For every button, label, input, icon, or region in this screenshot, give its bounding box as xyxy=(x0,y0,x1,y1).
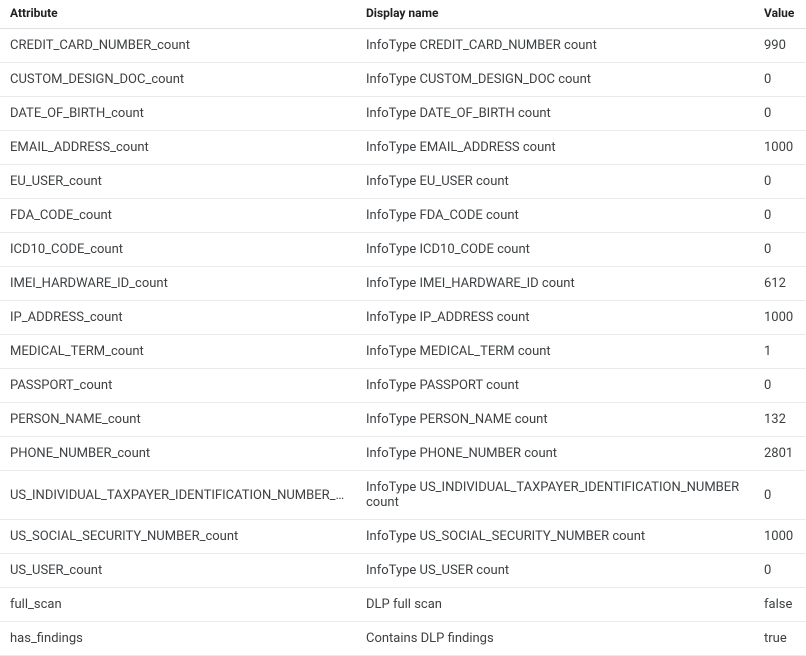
table-row[interactable]: PHONE_NUMBER_countInfoType PHONE_NUMBER … xyxy=(0,437,806,471)
cell-display-name: InfoType ICD10_CODE count xyxy=(356,233,754,267)
table-row[interactable]: US_USER_countInfoType US_USER count0 xyxy=(0,554,806,588)
cell-value: 1000 xyxy=(754,520,806,554)
cell-display-name: InfoType US_USER count xyxy=(356,554,754,588)
cell-display-name: InfoType IP_ADDRESS count xyxy=(356,301,754,335)
cell-display-name: InfoType US_SOCIAL_SECURITY_NUMBER count xyxy=(356,520,754,554)
cell-display-name: InfoType EMAIL_ADDRESS count xyxy=(356,131,754,165)
table-row[interactable]: EMAIL_ADDRESS_countInfoType EMAIL_ADDRES… xyxy=(0,131,806,165)
table-row[interactable]: EU_USER_countInfoType EU_USER count0 xyxy=(0,165,806,199)
table-row[interactable]: IP_ADDRESS_countInfoType IP_ADDRESS coun… xyxy=(0,301,806,335)
cell-attribute: MEDICAL_TERM_count xyxy=(0,335,356,369)
cell-attribute: DATE_OF_BIRTH_count xyxy=(0,97,356,131)
cell-display-name: InfoType US_INDIVIDUAL_TAXPAYER_IDENTIFI… xyxy=(356,471,754,520)
cell-value: 132 xyxy=(754,403,806,437)
cell-value: 1000 xyxy=(754,131,806,165)
cell-display-name: InfoType CUSTOM_DESIGN_DOC count xyxy=(356,63,754,97)
table-row[interactable]: DATE_OF_BIRTH_countInfoType DATE_OF_BIRT… xyxy=(0,97,806,131)
cell-value: 0 xyxy=(754,165,806,199)
cell-attribute: full_scan xyxy=(0,588,356,622)
table-header-row: Attribute Display name Value xyxy=(0,0,806,29)
cell-value: false xyxy=(754,588,806,622)
cell-value: true xyxy=(754,622,806,656)
table-row[interactable]: PERSON_NAME_countInfoType PERSON_NAME co… xyxy=(0,403,806,437)
cell-value: 0 xyxy=(754,199,806,233)
cell-attribute: CREDIT_CARD_NUMBER_count xyxy=(0,29,356,63)
cell-display-name: InfoType PERSON_NAME count xyxy=(356,403,754,437)
table-row[interactable]: US_INDIVIDUAL_TAXPAYER_IDENTIFICATION_NU… xyxy=(0,471,806,520)
cell-attribute: US_USER_count xyxy=(0,554,356,588)
cell-value: 0 xyxy=(754,63,806,97)
table-row[interactable]: full_scanDLP full scanfalse xyxy=(0,588,806,622)
cell-display-name: InfoType CREDIT_CARD_NUMBER count xyxy=(356,29,754,63)
cell-value: 0 xyxy=(754,369,806,403)
cell-attribute: ICD10_CODE_count xyxy=(0,233,356,267)
cell-display-name: InfoType EU_USER count xyxy=(356,165,754,199)
table-row[interactable]: MEDICAL_TERM_countInfoType MEDICAL_TERM … xyxy=(0,335,806,369)
cell-attribute: EMAIL_ADDRESS_count xyxy=(0,131,356,165)
cell-attribute: FDA_CODE_count xyxy=(0,199,356,233)
cell-value: 990 xyxy=(754,29,806,63)
cell-value: 0 xyxy=(754,97,806,131)
cell-attribute: CUSTOM_DESIGN_DOC_count xyxy=(0,63,356,97)
table-row[interactable]: US_SOCIAL_SECURITY_NUMBER_countInfoType … xyxy=(0,520,806,554)
cell-display-name: InfoType MEDICAL_TERM count xyxy=(356,335,754,369)
cell-display-name: Contains DLP findings xyxy=(356,622,754,656)
cell-value: 0 xyxy=(754,554,806,588)
cell-value: 612 xyxy=(754,267,806,301)
cell-value: 2801 xyxy=(754,437,806,471)
cell-attribute: PERSON_NAME_count xyxy=(0,403,356,437)
header-value[interactable]: Value xyxy=(754,0,806,29)
cell-value: 1 xyxy=(754,335,806,369)
header-attribute[interactable]: Attribute xyxy=(0,0,356,29)
table-row[interactable]: has_findingsContains DLP findingstrue xyxy=(0,622,806,656)
cell-display-name: InfoType PASSPORT count xyxy=(356,369,754,403)
cell-display-name: InfoType PHONE_NUMBER count xyxy=(356,437,754,471)
cell-attribute: EU_USER_count xyxy=(0,165,356,199)
cell-attribute: IP_ADDRESS_count xyxy=(0,301,356,335)
table-row[interactable]: ICD10_CODE_countInfoType ICD10_CODE coun… xyxy=(0,233,806,267)
cell-display-name: DLP full scan xyxy=(356,588,754,622)
cell-display-name: InfoType FDA_CODE count xyxy=(356,199,754,233)
cell-value: 0 xyxy=(754,233,806,267)
table-row[interactable]: CUSTOM_DESIGN_DOC_countInfoType CUSTOM_D… xyxy=(0,63,806,97)
cell-attribute: has_findings xyxy=(0,622,356,656)
cell-attribute: US_SOCIAL_SECURITY_NUMBER_count xyxy=(0,520,356,554)
table-row[interactable]: CREDIT_CARD_NUMBER_countInfoType CREDIT_… xyxy=(0,29,806,63)
cell-attribute: IMEI_HARDWARE_ID_count xyxy=(0,267,356,301)
table-row[interactable]: FDA_CODE_countInfoType FDA_CODE count0 xyxy=(0,199,806,233)
cell-value: 1000 xyxy=(754,301,806,335)
cell-attribute: PHONE_NUMBER_count xyxy=(0,437,356,471)
attributes-table: Attribute Display name Value CREDIT_CARD… xyxy=(0,0,806,656)
table-row[interactable]: IMEI_HARDWARE_ID_countInfoType IMEI_HARD… xyxy=(0,267,806,301)
cell-attribute: PASSPORT_count xyxy=(0,369,356,403)
cell-value: 0 xyxy=(754,471,806,520)
table-body: CREDIT_CARD_NUMBER_countInfoType CREDIT_… xyxy=(0,29,806,656)
cell-display-name: InfoType IMEI_HARDWARE_ID count xyxy=(356,267,754,301)
table-row[interactable]: PASSPORT_countInfoType PASSPORT count0 xyxy=(0,369,806,403)
cell-display-name: InfoType DATE_OF_BIRTH count xyxy=(356,97,754,131)
header-display-name[interactable]: Display name xyxy=(356,0,754,29)
cell-attribute: US_INDIVIDUAL_TAXPAYER_IDENTIFICATION_NU… xyxy=(0,471,356,520)
